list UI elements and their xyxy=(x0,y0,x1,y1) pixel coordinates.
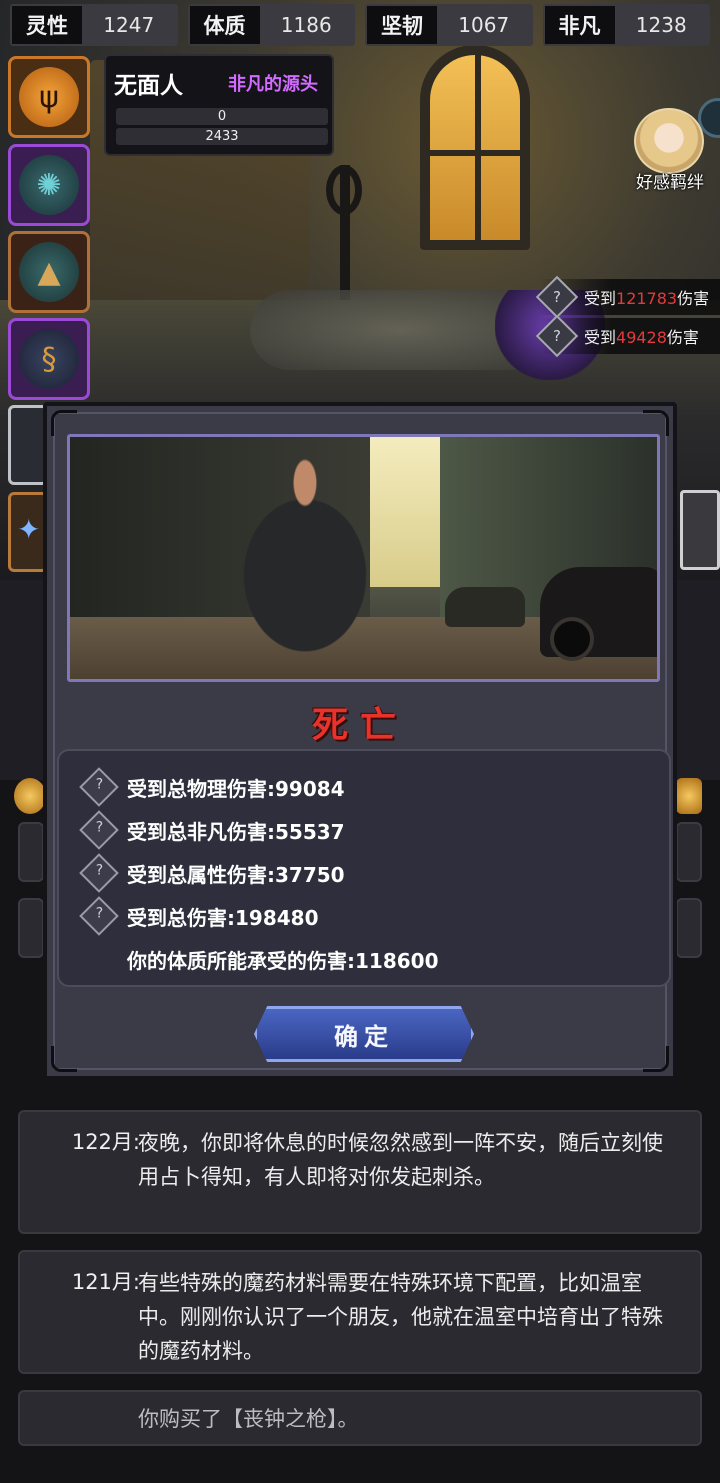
background-card xyxy=(18,898,44,958)
enemy-health-bar: 2433 xyxy=(116,128,328,145)
enemy-panel: 无面人 非凡的源头 0 2433 xyxy=(104,54,334,156)
event-month: 121月: xyxy=(71,1270,140,1294)
umbrella-icon: ▲ xyxy=(19,242,79,302)
summary-beyonder-damage: 受到总非凡伤害:55537 xyxy=(79,810,345,850)
stat-toughness: 坚韧 1067 xyxy=(365,4,533,46)
event-log-entry: 122月: 夜晚，你即将休息的时候忽然感到一阵不安，随后立刻使用占卜得知，有人即… xyxy=(18,1110,702,1234)
summary-attribute-damage: 受到总属性伤害:37750 xyxy=(79,853,345,893)
web-icon: ✺ xyxy=(19,155,79,215)
stat-value: 1186 xyxy=(259,6,353,44)
stat-name: 坚韧 xyxy=(367,6,437,44)
event-month: 122月: xyxy=(71,1130,140,1154)
stat-beyonder: 非凡 1238 xyxy=(542,4,710,46)
summary-text: 你的体质所能承受的伤害:118600 xyxy=(127,948,439,973)
stat-value: 1247 xyxy=(82,6,176,44)
diamond-question-icon xyxy=(79,853,119,893)
stat-value: 1238 xyxy=(614,6,708,44)
coin-icon-right xyxy=(676,778,702,814)
event-log-entry: 121月: 有些特殊的魔药材料需要在特殊环境下配置，比如温室中。刚刚你认识了一个… xyxy=(18,1250,702,1374)
diamond-question-icon: ? xyxy=(535,314,579,358)
event-text: 夜晚，你即将休息的时候忽然感到一阵不安，随后立刻使用占卜得知，有人即将对你发起刺… xyxy=(138,1131,663,1189)
stat-spirituality: 灵性 1247 xyxy=(10,4,178,46)
frame-corner xyxy=(643,410,669,436)
death-title: 死亡 xyxy=(311,704,408,746)
diamond-question-icon xyxy=(79,896,119,936)
damage-log-entry: ? 受到49428伤害 xyxy=(535,314,720,358)
enemy-name: 无面人 xyxy=(114,72,183,99)
summary-text: 受到总非凡伤害:55537 xyxy=(127,819,345,844)
summary-text: 受到总伤害:198480 xyxy=(127,905,319,930)
skill-slot-6[interactable] xyxy=(8,492,48,572)
stat-constitution: 体质 1186 xyxy=(187,4,355,46)
event-text: 你购买了【丧钟之枪】。 xyxy=(138,1407,359,1431)
damage-amount: 49428 xyxy=(616,328,667,347)
diamond-question-icon: ? xyxy=(535,275,579,319)
death-dialog: 死亡 受到总物理伤害:99084 受到总非凡伤害:55537 受到总属性伤害:3… xyxy=(43,402,677,1080)
skill-button-2[interactable]: ✺ xyxy=(8,144,90,226)
stat-name: 体质 xyxy=(189,6,260,44)
frame-corner xyxy=(643,1046,669,1072)
death-illustration xyxy=(67,434,660,682)
damage-text: 受到49428伤害 xyxy=(584,328,699,347)
enemy-shield-bar: 0 xyxy=(116,108,328,125)
frame-corner xyxy=(51,410,77,436)
skill-button-1[interactable]: ψ xyxy=(8,56,90,138)
event-log-entry: 你购买了【丧钟之枪】。 xyxy=(18,1390,702,1446)
frame-corner xyxy=(51,1046,77,1072)
skill-button-4[interactable]: § xyxy=(8,318,90,400)
diamond-question-icon xyxy=(79,810,119,850)
damage-summary: 受到总物理伤害:99084 受到总非凡伤害:55537 受到总属性伤害:3775… xyxy=(57,749,671,987)
illustration-car-distant xyxy=(445,587,525,627)
summary-physical-damage: 受到总物理伤害:99084 xyxy=(79,767,345,807)
event-text: 有些特殊的魔药材料需要在特殊环境下配置，比如温室中。刚刚你认识了一个朋友，他就在… xyxy=(138,1271,663,1363)
affection-button[interactable]: 好感羁绊 xyxy=(628,108,712,194)
diamond-question-icon xyxy=(79,767,119,807)
summary-constitution-limit: 你的体质所能承受的伤害:118600 xyxy=(127,941,439,977)
summary-total-damage: 受到总伤害:198480 xyxy=(79,896,319,936)
stats-bar: 灵性 1247 体质 1186 坚韧 1067 非凡 1238 xyxy=(10,4,710,46)
confirm-button[interactable]: 确定 xyxy=(254,1006,474,1062)
stat-value: 1067 xyxy=(437,6,531,44)
serpent-icon: § xyxy=(19,329,79,389)
trident-icon: ψ xyxy=(19,67,79,127)
affection-label: 好感羁绊 xyxy=(636,173,704,193)
coin-icon xyxy=(14,778,46,814)
enemy-title: 非凡的源头 xyxy=(228,74,318,95)
background-card xyxy=(676,822,702,882)
summary-text: 受到总属性伤害:37750 xyxy=(127,862,345,887)
illustration-kneeling-man xyxy=(210,457,400,672)
damage-amount: 121783 xyxy=(616,289,678,308)
scene-window xyxy=(420,45,530,250)
stat-name: 灵性 xyxy=(12,6,82,44)
damage-log-entry: ? 受到121783伤害 xyxy=(535,275,720,319)
summary-text: 受到总物理伤害:99084 xyxy=(127,776,345,801)
background-card xyxy=(18,822,44,882)
illustration-car-wheel xyxy=(550,617,594,661)
avatar xyxy=(634,108,704,174)
skill-button-3[interactable]: ▲ xyxy=(8,231,90,313)
side-panel-button[interactable] xyxy=(680,490,720,570)
skill-slot-5[interactable] xyxy=(8,405,48,485)
damage-text: 受到121783伤害 xyxy=(584,289,710,308)
stat-name: 非凡 xyxy=(544,6,615,44)
background-card xyxy=(676,898,702,958)
